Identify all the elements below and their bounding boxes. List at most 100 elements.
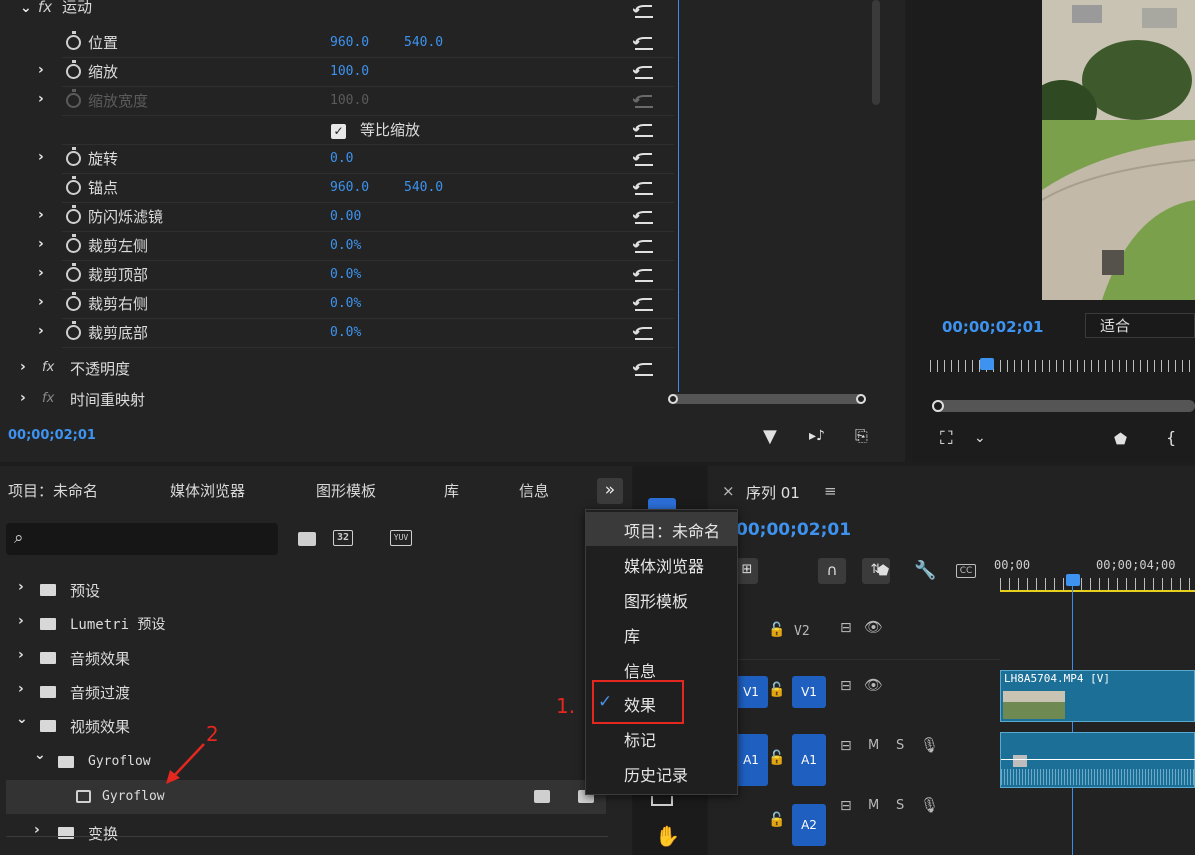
lock-icon[interactable]: 🔓 (768, 750, 785, 766)
chevron-right-icon[interactable]: › (18, 647, 24, 663)
close-icon[interactable]: × (722, 482, 735, 500)
opacity-header[interactable]: › fx 不透明度 (0, 355, 680, 384)
chevron-down-icon[interactable]: ⌄ (974, 430, 986, 446)
snap-icon[interactable]: ∩ (818, 558, 846, 584)
hand-tool-icon[interactable]: ✋ (655, 824, 680, 848)
tree-item-transform[interactable]: › 变换 (0, 816, 610, 850)
property-value-x[interactable]: 960.0 (330, 35, 369, 50)
play-audio-icon[interactable]: ▸♪ (809, 428, 825, 444)
reset-icon[interactable] (633, 64, 655, 80)
property-value[interactable]: 0.0% (330, 267, 361, 282)
audio-clip[interactable] (1000, 732, 1195, 788)
stopwatch-icon[interactable] (66, 147, 81, 166)
chevron-right-icon[interactable]: › (18, 579, 24, 595)
tree-item-audio-effects[interactable]: › 音频效果 (0, 641, 610, 675)
stopwatch-icon[interactable] (66, 234, 81, 253)
motion-header[interactable]: ⌄ fx 运动 (0, 0, 680, 29)
chevron-right-icon[interactable]: › (38, 207, 44, 223)
tab-graphics-templates[interactable]: 图形模板 (316, 480, 376, 501)
marker-icon[interactable]: ⬟ (1114, 430, 1127, 448)
lock-icon[interactable]: 🔓 (768, 622, 785, 638)
chevron-down-icon[interactable]: ⌄ (16, 711, 28, 727)
timeline-marker-icon[interactable]: ⬟ (877, 563, 889, 579)
property-value-x[interactable]: 960.0 (330, 180, 369, 195)
chevron-down-icon[interactable]: ⌄ (20, 0, 32, 16)
viewer-playhead[interactable] (980, 358, 994, 370)
fit-dropdown[interactable]: 适合 (1085, 313, 1195, 338)
tab-libraries[interactable]: 库 (444, 480, 459, 501)
stopwatch-icon[interactable] (66, 176, 81, 195)
reset-icon[interactable] (633, 180, 655, 196)
wrench-icon[interactable]: 🔧 (914, 560, 936, 581)
tree-item-gyroflow-effect[interactable]: Gyroflow (6, 780, 606, 814)
search-input[interactable]: ⌕ (6, 523, 278, 555)
track-target-a2[interactable]: A2 (792, 804, 826, 846)
chevron-right-icon[interactable]: › (18, 613, 24, 629)
viewer-zoom-scrollbar[interactable] (932, 400, 1195, 412)
stopwatch-icon[interactable] (66, 263, 81, 282)
stopwatch-icon[interactable] (66, 205, 81, 224)
property-value[interactable]: 100.0 (330, 64, 369, 79)
chevron-right-icon[interactable]: › (18, 681, 24, 697)
sequence-tab[interactable]: 序列 01 (746, 482, 800, 503)
viewer-timecode[interactable]: 00;00;02;01 (942, 318, 1044, 336)
mute-button[interactable]: M (868, 798, 879, 813)
eye-icon[interactable]: 👁 (864, 618, 883, 636)
tab-media-browser[interactable]: 媒体浏览器 (170, 480, 245, 501)
microphone-icon[interactable]: 🎙 (920, 796, 939, 814)
safe-margins-icon[interactable]: ⛶ (940, 428, 953, 449)
tab-menu-icon[interactable]: ≡ (824, 482, 837, 500)
menu-item-history[interactable]: 历史记录 (586, 756, 737, 790)
stopwatch-icon[interactable] (66, 292, 81, 311)
property-value[interactable]: 0.0 (330, 151, 353, 166)
lock-icon[interactable]: 🔓 (768, 812, 785, 828)
tree-item-audio-transitions[interactable]: › 音频过渡 (0, 675, 610, 709)
video-clip[interactable]: LH8A5704.MP4 [V] (1000, 670, 1195, 722)
source-patch-v1[interactable]: V1 (734, 676, 768, 708)
reset-icon[interactable] (633, 238, 655, 254)
chevron-right-icon[interactable]: › (38, 236, 44, 252)
menu-item-markers[interactable]: 标记 (586, 721, 737, 755)
property-value-y[interactable]: 540.0 (404, 35, 443, 50)
stopwatch-icon[interactable] (66, 31, 81, 50)
tree-item-presets[interactable]: › 预设 (0, 573, 610, 607)
microphone-icon[interactable]: 🎙 (920, 736, 939, 754)
tree-item-lumetri-presets[interactable]: › Lumetri 预设 (0, 607, 610, 641)
solo-button[interactable]: S (896, 738, 904, 753)
reset-icon[interactable] (633, 325, 655, 341)
mark-in-icon[interactable]: { (1166, 428, 1176, 447)
property-value[interactable]: 0.0% (330, 238, 361, 253)
accelerated-effects-icon[interactable] (298, 532, 316, 546)
chevron-right-icon[interactable]: › (38, 149, 44, 165)
reset-icon[interactable] (633, 35, 655, 51)
sync-lock-icon[interactable]: ⊟ (840, 798, 852, 814)
property-value[interactable]: 0.0% (330, 296, 361, 311)
slip-tool-icon[interactable] (651, 796, 673, 806)
property-value[interactable]: 0.0% (330, 325, 361, 340)
yuv-effects-icon[interactable]: YUV (390, 530, 412, 546)
tab-info[interactable]: 信息 (519, 480, 549, 501)
track-target-v1[interactable]: V1 (792, 676, 826, 708)
nest-sequence-icon[interactable]: ⊞ (736, 558, 758, 584)
menu-item-project[interactable]: 项目：未命名 (586, 512, 737, 546)
menu-item-libraries[interactable]: 库 (586, 617, 737, 651)
chevron-right-icon[interactable]: › (38, 62, 44, 78)
tree-item-gyroflow-folder[interactable]: ⌄ Gyroflow (0, 745, 610, 779)
chevron-right-icon[interactable]: › (38, 323, 44, 339)
menu-item-media-browser[interactable]: 媒体浏览器 (586, 547, 737, 581)
viewer-ruler[interactable] (930, 360, 1195, 372)
uniform-scale-checkbox[interactable]: ✓ (331, 124, 346, 139)
sync-lock-icon[interactable]: ⊟ (840, 738, 852, 754)
sync-lock-icon[interactable]: ⊟ (840, 620, 852, 636)
track-target-a1[interactable]: A1 (792, 734, 826, 786)
vertical-scrollbar[interactable] (872, 0, 880, 105)
mute-button[interactable]: M (868, 738, 879, 753)
reset-icon[interactable] (633, 3, 655, 19)
panel-overflow-button[interactable]: » (597, 478, 623, 504)
eye-icon[interactable]: 👁 (864, 676, 883, 694)
reset-icon[interactable] (633, 151, 655, 167)
export-icon[interactable]: ⎘ (855, 426, 868, 446)
timeline-playhead-handle[interactable] (1066, 574, 1080, 586)
reset-icon[interactable] (633, 122, 655, 138)
time-remap-header[interactable]: › fx 时间重映射 (0, 386, 680, 415)
